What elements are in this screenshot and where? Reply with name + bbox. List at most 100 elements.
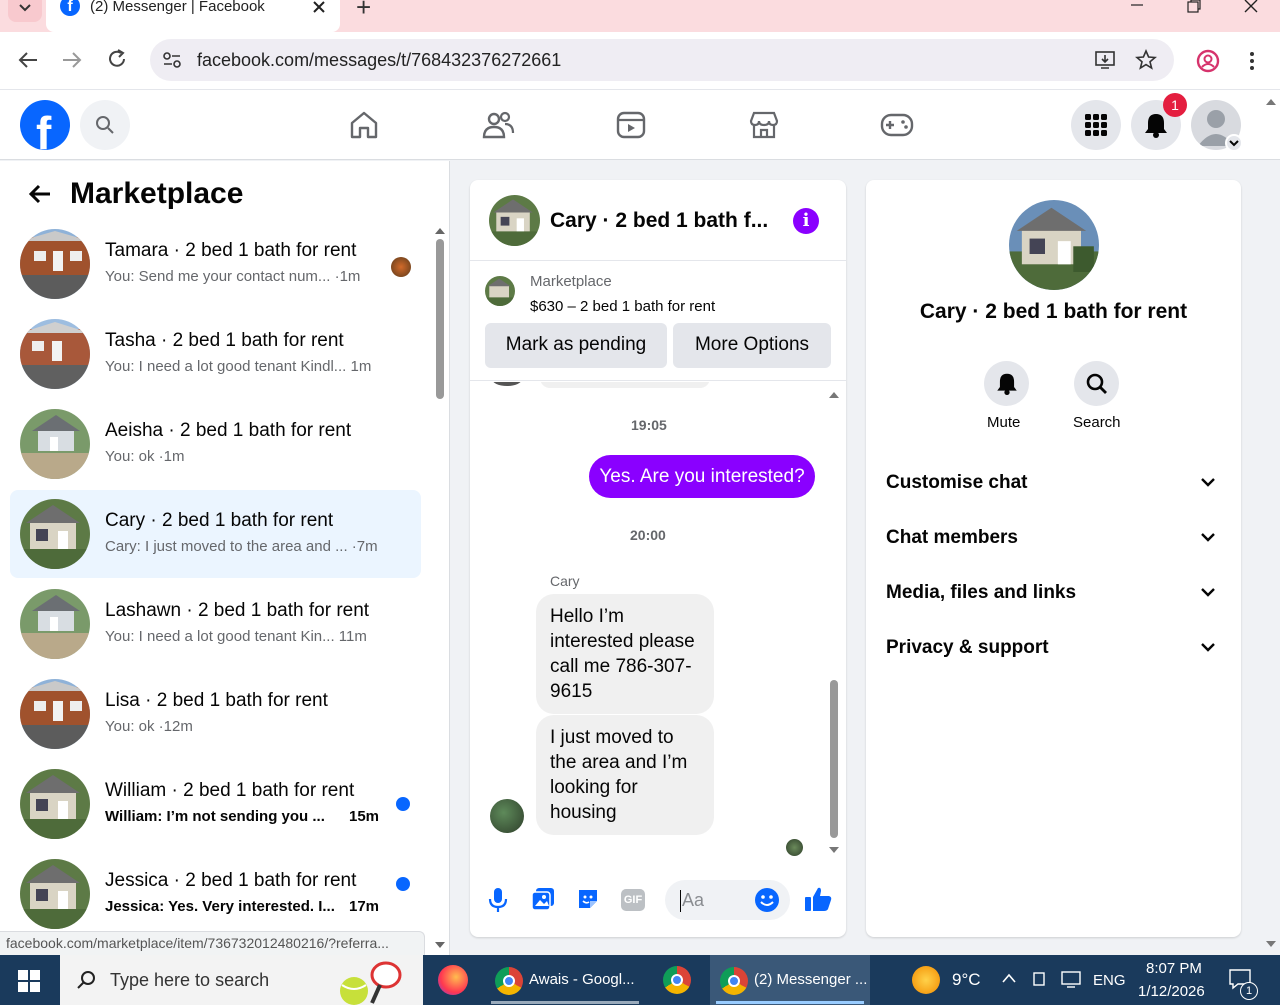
listing-thumbnail[interactable]: [485, 276, 515, 306]
listing-avatar: [20, 859, 90, 929]
network-icon[interactable]: [1060, 970, 1082, 988]
back-arrow-icon[interactable]: [28, 183, 52, 205]
unread-dot: [396, 797, 410, 811]
gif-icon[interactable]: GIF: [621, 889, 645, 911]
chevron-down-icon: [19, 4, 31, 12]
like-thumb-icon[interactable]: [804, 886, 832, 912]
clock-time[interactable]: 8:07 PM: [1146, 960, 1202, 977]
search-in-chat-button[interactable]: [1074, 361, 1119, 406]
listing-source: Marketplace: [530, 273, 612, 290]
chrome-icon[interactable]: [663, 966, 691, 994]
tray-device-icon[interactable]: [1032, 970, 1048, 988]
marketplace-icon[interactable]: [748, 109, 780, 141]
conversation-name: William · 2 bed 1 bath for rent: [105, 780, 355, 801]
incoming-message-bubble[interactable]: I just moved to the area and I’m looking…: [536, 715, 714, 835]
taskbar-search-box[interactable]: Type here to search: [60, 955, 423, 1005]
tennis-decoration-icon: [340, 961, 402, 1005]
scrollbar-thumb[interactable]: [436, 239, 444, 399]
conversation-item[interactable]: Tamara · 2 bed 1 bath for rent You: Send…: [10, 220, 421, 308]
language-indicator[interactable]: ENG: [1093, 972, 1126, 989]
back-icon[interactable]: [17, 50, 39, 70]
listing-avatar: [20, 589, 90, 659]
profile-icon[interactable]: [1196, 49, 1220, 73]
conversation-item-selected[interactable]: Cary · 2 bed 1 bath for rent Cary: I jus…: [10, 490, 421, 578]
weather-widget[interactable]: 9°C: [912, 962, 992, 998]
more-options-button[interactable]: More Options: [673, 323, 831, 368]
microphone-icon[interactable]: [488, 887, 508, 913]
page-scroll-up-icon[interactable]: [1265, 96, 1277, 106]
browser-tab[interactable]: f (2) Messenger | Facebook: [46, 0, 340, 32]
listing-avatar: [20, 409, 90, 479]
scroll-up-icon[interactable]: [434, 225, 446, 235]
new-tab-button[interactable]: +: [356, 0, 371, 23]
conversation-preview: You: ok ·1m: [105, 448, 185, 465]
home-icon[interactable]: [348, 109, 380, 141]
conversation-time: 15m: [349, 808, 380, 825]
chat-scroll-down-icon[interactable]: [828, 846, 840, 856]
conversation-name: Lisa · 2 bed 1 bath for rent: [105, 690, 328, 711]
search-button[interactable]: [80, 100, 130, 150]
text-cursor: [680, 890, 681, 912]
browser-menu-icon[interactable]: [1246, 50, 1258, 72]
chat-title[interactable]: Cary · 2 bed 1 bath f...: [550, 209, 768, 233]
listing-title[interactable]: $630 – 2 bed 1 bath for rent: [530, 298, 715, 315]
windows-start-icon[interactable]: [18, 970, 40, 992]
chrome-taskbar-app-messenger[interactable]: (2) Messenger ...: [710, 955, 870, 1005]
menu-button[interactable]: [1071, 100, 1121, 150]
weather-sun-icon: [912, 966, 940, 994]
restore-icon[interactable]: [1186, 0, 1202, 14]
conversation-item[interactable]: Tasha · 2 bed 1 bath for rent You: I nee…: [10, 310, 421, 398]
account-chevron-icon[interactable]: [1225, 134, 1243, 152]
video-icon[interactable]: [615, 109, 647, 141]
pane-title: Marketplace: [70, 177, 244, 210]
emoji-icon[interactable]: [754, 887, 780, 913]
install-app-icon[interactable]: [1094, 50, 1116, 70]
mute-label: Mute: [987, 414, 1021, 431]
chat-scrollbar-thumb[interactable]: [830, 680, 838, 838]
media-files-links-section[interactable]: Media, files and links: [886, 582, 1216, 604]
conversation-preview: Jessica: Yes. Very interested. I...: [105, 898, 335, 915]
incoming-message-bubble[interactable]: Hello I’m interested please call me 786-…: [536, 594, 714, 714]
url-text: facebook.com/messages/t/768432376272661: [197, 50, 562, 70]
gaming-icon[interactable]: [880, 111, 914, 139]
message-list: 19:05 Yes. Are you interested? 20:00 Car…: [470, 382, 846, 862]
close-window-icon[interactable]: [1243, 0, 1259, 14]
firefox-taskbar-icon[interactable]: [438, 965, 468, 995]
tray-chevron-up-icon[interactable]: [1001, 972, 1017, 986]
browser-tab-bar: f (2) Messenger | Facebook +: [0, 0, 1280, 32]
close-tab-icon[interactable]: [312, 0, 326, 14]
tab-search-dropdown[interactable]: [8, 0, 42, 22]
friends-icon[interactable]: [481, 109, 515, 141]
section-label: Chat members: [886, 527, 1018, 548]
sender-avatar: [490, 799, 524, 833]
forward-icon[interactable]: [61, 50, 83, 70]
conversation-item[interactable]: William · 2 bed 1 bath for rent William:…: [10, 760, 421, 848]
conversation-item[interactable]: Aeisha · 2 bed 1 bath for rent You: ok ·…: [10, 400, 421, 488]
scroll-down-icon[interactable]: [434, 941, 446, 951]
privacy-support-section[interactable]: Privacy & support: [886, 637, 1216, 659]
conversation-item[interactable]: Lashawn · 2 bed 1 bath for rent You: I n…: [10, 580, 421, 668]
conversation-item[interactable]: Jessica · 2 bed 1 bath for rent Jessica:…: [10, 850, 421, 938]
my-message-bubble[interactable]: Yes. Are you interested?: [589, 455, 815, 498]
customise-chat-section[interactable]: Customise chat: [886, 472, 1216, 494]
site-settings-icon[interactable]: [162, 51, 182, 69]
page-scroll-down-icon[interactable]: [1265, 940, 1277, 950]
facebook-logo-icon[interactable]: f: [20, 100, 70, 150]
message-input[interactable]: Aa: [665, 880, 790, 920]
mark-as-pending-button[interactable]: Mark as pending: [485, 323, 667, 368]
conversation-item[interactable]: Lisa · 2 bed 1 bath for rent You: ok ·12…: [10, 670, 421, 758]
photo-icon[interactable]: [531, 887, 555, 911]
clock-date[interactable]: 1/12/2026: [1138, 983, 1205, 1000]
chat-scroll-up-icon[interactable]: [828, 389, 840, 399]
chat-members-section[interactable]: Chat members: [886, 527, 1216, 549]
minimize-icon[interactable]: [1128, 0, 1148, 12]
conversation-scrollbar[interactable]: [434, 225, 446, 955]
bookmark-star-icon[interactable]: [1135, 49, 1157, 71]
chat-avatar[interactable]: [489, 195, 540, 246]
address-bar[interactable]: facebook.com/messages/t/768432376272661: [150, 39, 1174, 81]
sticker-icon[interactable]: [576, 887, 600, 911]
chrome-taskbar-app-awais[interactable]: Awais - Googl...: [485, 955, 645, 1005]
mute-button[interactable]: [984, 361, 1029, 406]
info-icon[interactable]: i: [793, 208, 819, 234]
reload-icon[interactable]: [106, 48, 128, 70]
